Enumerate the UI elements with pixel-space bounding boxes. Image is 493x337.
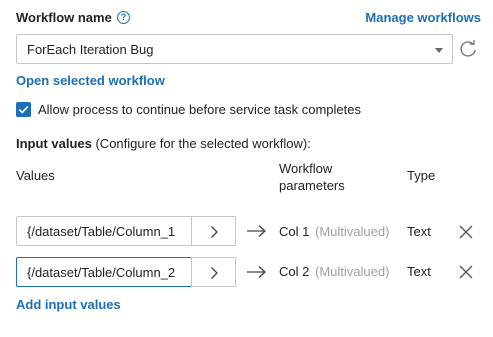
workflow-select[interactable]: ForEach Iteration Bug	[16, 34, 453, 64]
value-input-row-1[interactable]: {/dataset/Table/Column_1	[16, 216, 192, 246]
arrow-right-icon	[247, 266, 266, 278]
parameter-name-row-2: Col 2	[279, 264, 310, 279]
refresh-icon[interactable]	[458, 38, 478, 60]
chevron-right-icon	[211, 267, 218, 279]
allow-continue-label: Allow process to continue before service…	[38, 102, 361, 117]
close-icon[interactable]	[458, 224, 474, 240]
value-picker-button-row-1[interactable]	[191, 216, 236, 246]
input-values-heading: Input values (Configure for the selected…	[16, 136, 311, 151]
workflow-select-value: ForEach Iteration Bug	[27, 42, 154, 57]
open-selected-workflow-link[interactable]: Open selected workflow	[16, 73, 165, 88]
add-input-values-link[interactable]: Add input values	[16, 297, 121, 312]
column-header-workflow-parameters: Workflow parameters	[279, 161, 345, 193]
type-row-1: Text	[407, 224, 431, 239]
value-input-row-2[interactable]: {/dataset/Table/Column_2	[16, 257, 192, 287]
help-icon[interactable]: ?	[117, 11, 130, 24]
column-header-type: Type	[407, 168, 436, 183]
multivalued-badge-row-2: (Multivalued)	[315, 264, 390, 279]
check-icon	[18, 106, 29, 114]
allow-continue-checkbox[interactable]	[16, 102, 31, 117]
workflow-name-label: Workflow name	[16, 10, 112, 25]
manage-workflows-link[interactable]: Manage workflows	[365, 10, 481, 25]
close-icon[interactable]	[458, 264, 474, 280]
parameter-name-row-1: Col 1	[279, 224, 310, 239]
caret-down-icon	[435, 48, 443, 53]
type-row-2: Text	[407, 264, 431, 279]
column-header-values: Values	[16, 168, 55, 183]
chevron-right-icon	[211, 226, 218, 238]
value-picker-button-row-2[interactable]	[191, 257, 236, 287]
arrow-right-icon	[247, 225, 266, 237]
multivalued-badge-row-1: (Multivalued)	[315, 224, 390, 239]
